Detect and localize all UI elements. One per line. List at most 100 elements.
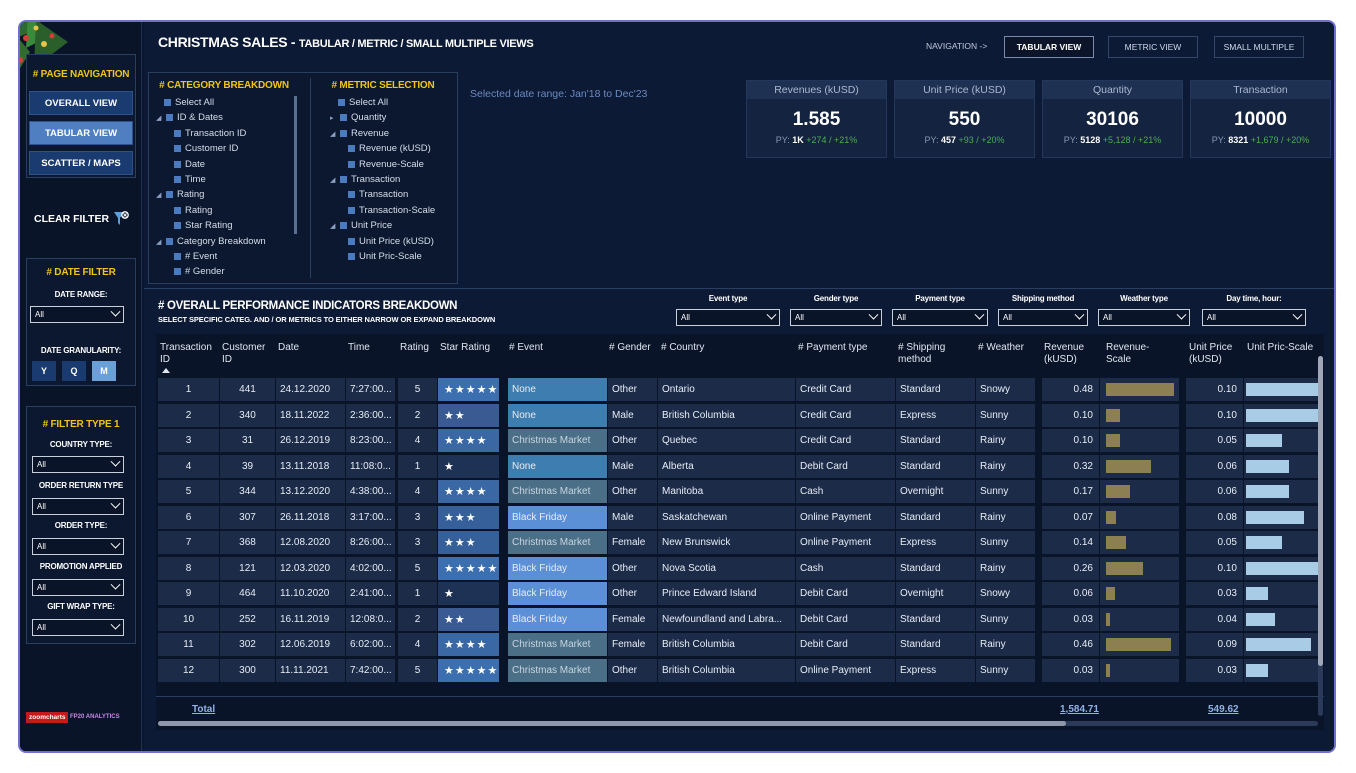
category-date[interactable]: Date [174,159,205,170]
checkbox-icon [174,145,181,152]
cell-customer-id: 368 [220,531,275,554]
table-row[interactable]: 5 344 13.12.2020 4:38:00... 4 ★★★★ Christmas M… [158,480,1322,504]
category-gender[interactable]: # Gender [174,266,225,277]
category-star-rating[interactable]: Star Rating [174,220,233,231]
gift-wrap-type-value: All [37,623,46,632]
table-row[interactable]: 6 307 26.11.2018 3:17:00... 3 ★★★ Black Friday… [158,505,1322,530]
gender-type-dropdown[interactable]: All [790,309,882,326]
metric-transaction-scale[interactable]: Transaction-Scale [348,205,435,216]
kpi-label: Revenues (kUSD) [747,81,886,99]
category-event[interactable]: # Event [174,251,217,262]
header-event[interactable]: # Event [509,342,543,354]
header-rating[interactable]: Rating [400,342,429,354]
category-select-all[interactable]: Select All [164,97,214,108]
table-row[interactable]: 10 252 16.11.2019 12:08:0... 2 ★★ Black Friday… [158,607,1322,632]
table-row[interactable]: 1 441 24.12.2020 7:27:00... 5 ★★★★★ None Other O… [158,378,1322,402]
category-rating-group[interactable]: ◢ Rating [156,189,204,200]
granularity-year-button[interactable]: Y [32,361,56,381]
clear-filter-button[interactable]: CLEAR FILTER [34,210,130,228]
overall-view-button[interactable]: OVERALL VIEW [29,91,133,115]
order-return-type-label: ORDER RETURN TYPE [38,481,124,490]
table-row[interactable]: 12 300 11.11.2021 7:42:00... 5 ★★★★★ Christmas… [158,658,1322,683]
cell-customer-id: 464 [220,582,275,605]
category-breakdown-group[interactable]: ◢ Category Breakdown [156,236,266,247]
category-scrollbar[interactable] [294,96,297,234]
tree-label: Transaction [351,174,401,185]
metric-transaction-group[interactable]: ◢ Transaction [330,174,400,185]
metric-revenue-scale[interactable]: Revenue-Scale [348,159,424,170]
vertical-scrollbar-thumb[interactable] [1318,356,1323,666]
unit-price-bar [1246,638,1311,651]
granularity-month-button[interactable]: M [92,361,116,381]
payment-type-dropdown[interactable]: All [892,309,988,326]
tab-small-multiple[interactable]: SMALL MULTIPLE [1214,36,1304,58]
header-customer-id[interactable]: Customer ID [222,342,274,366]
event-type-dropdown[interactable]: All [676,309,780,326]
metric-transaction[interactable]: Transaction [348,189,408,200]
shipping-method-dropdown[interactable]: All [998,309,1088,326]
header-transaction-id[interactable]: Transaction ID [160,342,220,366]
gift-wrap-type-dropdown[interactable]: All [32,619,124,636]
horizontal-scrollbar-thumb[interactable] [158,721,1066,726]
day-time-dropdown[interactable]: All [1202,309,1306,326]
metric-unit-price-scale[interactable]: Unit Pric-Scale [348,251,422,262]
metric-select-all[interactable]: Select All [338,97,388,108]
category-rating[interactable]: Rating [174,205,212,216]
metric-revenue-group[interactable]: ◢ Revenue [330,128,389,139]
order-type-dropdown[interactable]: All [32,538,124,555]
header-time[interactable]: Time [348,342,370,354]
category-customer-id[interactable]: Customer ID [174,143,238,154]
header-payment-type[interactable]: # Payment type [798,342,867,354]
header-unit-price-kusd[interactable]: Unit Price (kUSD) [1189,342,1243,366]
order-return-type-dropdown[interactable]: All [32,498,124,515]
category-transaction-id[interactable]: Transaction ID [174,128,246,139]
cell-event: Christmas Market [508,531,607,554]
kpi-value: 1.585 [792,109,841,130]
country-type-dropdown[interactable]: All [32,456,124,473]
sort-ascending-icon[interactable] [162,368,170,373]
promotion-applied-dropdown[interactable]: All [32,579,124,596]
category-time[interactable]: Time [174,174,206,185]
cell-event: Black Friday [508,556,607,580]
table-row[interactable]: 7 368 12.08.2020 8:26:00... 3 ★★★ Christmas Ma… [158,531,1322,555]
header-unit-price-scale[interactable]: Unit Pric-Scale [1247,342,1313,354]
table-row[interactable]: 2 340 18.11.2022 2:36:00... 2 ★★ None Male Briti… [158,403,1322,428]
unit-price-bar [1246,510,1304,524]
metric-revenue-kusd[interactable]: Revenue (kUSD) [348,143,431,154]
cell-rating: 3 [398,531,437,554]
header-country[interactable]: # Country [661,342,704,354]
header-gender[interactable]: # Gender [609,342,651,354]
tree-label: Revenue [351,128,390,139]
scatter-maps-button[interactable]: SCATTER / MAPS [29,151,133,175]
data-table: Transaction ID Customer ID Date Time Rat… [156,334,1324,730]
tree-label: Unit Pric-Scale [359,251,422,262]
header-date[interactable]: Date [278,342,299,354]
header-revenue-scale[interactable]: Revenue-Scale [1106,342,1166,366]
tab-tabular-view[interactable]: TABULAR VIEW [1004,36,1094,58]
metric-quantity[interactable]: ▸ Quantity [330,112,386,123]
cell-weather: Rainy [976,454,1035,478]
table-row[interactable]: 3 31 26.12.2019 8:23:00... 4 ★★★★ Christmas Ma… [158,429,1322,453]
tab-metric-view[interactable]: METRIC VIEW [1108,36,1198,58]
table-row[interactable]: 8 121 12.03.2020 4:02:00... 5 ★★★★★ Black Frid… [158,556,1322,581]
cell-star-rating: ★★★ [438,505,499,529]
table-row[interactable]: 4 39 13.11.2018 11:08:0... 1 ★ None Male Alberta… [158,454,1322,479]
tabular-view-button[interactable]: TABULAR VIEW [29,121,133,145]
cell-payment-type: Online Payment [796,658,895,682]
header-weather[interactable]: # Weather [978,342,1024,354]
cell-gender: Other [608,658,657,682]
horizontal-scrollbar-track[interactable] [158,721,1318,726]
weather-type-dropdown[interactable]: All [1098,309,1190,326]
date-range-dropdown[interactable]: All [30,306,124,323]
header-revenue-kusd[interactable]: Revenue (kUSD) [1044,342,1094,366]
metric-unit-price-group[interactable]: ◢ Unit Price [330,220,392,231]
metric-unit-price-kusd[interactable]: Unit Price (kUSD) [348,236,434,247]
category-id-dates[interactable]: ◢ ID & Dates [156,112,223,123]
vertical-scrollbar-track[interactable] [1318,356,1323,716]
cell-shipping-method: Standard [896,633,975,656]
header-star-rating[interactable]: Star Rating [440,342,490,354]
table-row[interactable]: 9 464 11.10.2020 2:41:00... 1 ★ Black Friday Ot… [158,582,1322,606]
granularity-quarter-button[interactable]: Q [62,361,86,381]
table-row[interactable]: 11 302 12.06.2019 6:02:00... 4 ★★★★ Christmas … [158,633,1322,657]
header-shipping-method[interactable]: # Shipping method [898,342,960,366]
